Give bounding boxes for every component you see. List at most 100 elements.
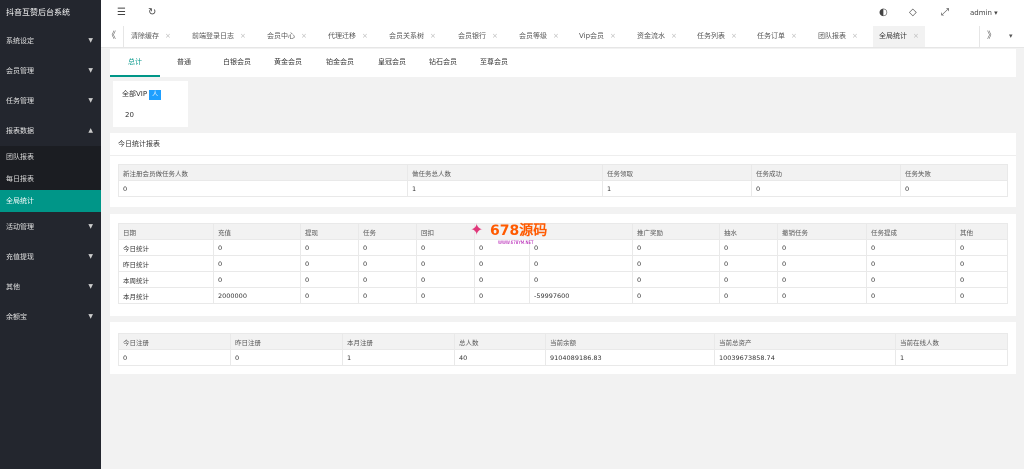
tab-member-center[interactable]: 会员中心 × bbox=[267, 26, 307, 47]
tab-vip-member[interactable]: Vip会员 × bbox=[579, 26, 616, 47]
tab-label: 清除缓存 bbox=[131, 32, 159, 40]
tab-member-bank[interactable]: 会员银行 × bbox=[458, 26, 498, 47]
close-icon[interactable]: × bbox=[301, 32, 307, 40]
nav-label: 报表数据 bbox=[6, 127, 34, 135]
table-cell: 0 bbox=[777, 239, 867, 256]
tab-member-tree[interactable]: 会员关系树 × bbox=[389, 26, 436, 47]
table-cell: 0 bbox=[955, 239, 1008, 256]
tab-clear-cache[interactable]: 清除缓存 × bbox=[131, 26, 171, 47]
close-icon[interactable]: × bbox=[731, 32, 737, 40]
sidebar: 抖音互赞后台系统 系统设定 ▼ 会员管理 ▼ 任务管理 ▼ 报表数据 ▲ 团队报表 每日… bbox=[0, 0, 101, 469]
nav-item-system[interactable]: 系统设定 ▼ bbox=[0, 26, 101, 56]
tab-member-level[interactable]: 会员等级 × bbox=[519, 26, 559, 47]
tab-task-orders[interactable]: 任务订单 × bbox=[757, 26, 797, 47]
tabs-scroll-right-icon[interactable]: 》 bbox=[987, 26, 996, 47]
nav-item-activities[interactable]: 活动管理 ▼ bbox=[0, 212, 101, 242]
user-menu[interactable]: admin ▾ bbox=[970, 9, 998, 17]
nav-label: 活动管理 bbox=[6, 223, 34, 231]
close-icon[interactable]: × bbox=[610, 32, 616, 40]
table-cell: 0 bbox=[632, 239, 720, 256]
close-icon[interactable]: × bbox=[671, 32, 677, 40]
close-icon[interactable]: × bbox=[553, 32, 559, 40]
menu-toggle-icon[interactable]: ☰ bbox=[117, 7, 126, 18]
nav-item-balance[interactable]: 余额宝 ▼ bbox=[0, 302, 101, 332]
table-cell: 0 bbox=[358, 271, 417, 288]
summary-table-wrap: 今日注册 昨日注册 本月注册 总人数 当前余额 当前总资产 当前在线人数 0 0… bbox=[118, 333, 1008, 366]
close-icon[interactable]: × bbox=[913, 32, 919, 40]
watermark-icon: ✦ bbox=[470, 220, 484, 239]
table-cell: 0 bbox=[416, 287, 475, 304]
nav-item-reports[interactable]: 报表数据 ▲ bbox=[0, 116, 101, 146]
table-cell: 0 bbox=[866, 287, 956, 304]
table-header: 总人数 bbox=[454, 333, 546, 350]
table-header: 回扣 bbox=[416, 223, 475, 240]
sidebar-item-team-report[interactable]: 团队报表 bbox=[0, 146, 101, 168]
table-cell: 0 bbox=[719, 271, 778, 288]
top-header: ☰ ↻ ◐ ◇ ⤢ admin ▾ bbox=[101, 0, 1024, 27]
tab-login-log[interactable]: 前端登录日志 × bbox=[192, 26, 246, 47]
subtab-platinum[interactable]: 铂金会员 bbox=[326, 49, 354, 75]
tab-label: 会员中心 bbox=[267, 32, 295, 40]
chevron-down-icon: ▼ bbox=[88, 97, 93, 104]
table-header: 任务 bbox=[358, 223, 417, 240]
subtab-supreme[interactable]: 至尊会员 bbox=[480, 49, 508, 75]
table-header: 今日注册 bbox=[118, 333, 231, 350]
close-icon[interactable]: × bbox=[430, 32, 436, 40]
tab-funds-flow[interactable]: 资金流水 × bbox=[637, 26, 677, 47]
table-cell: 0 bbox=[474, 271, 530, 288]
vip-card-label: 全部VIP bbox=[122, 90, 148, 98]
subtab-gold[interactable]: 黄金会员 bbox=[274, 49, 302, 75]
subtab-silver[interactable]: 白银会员 bbox=[223, 49, 251, 75]
table-cell: 0 bbox=[866, 255, 956, 272]
tab-team-report[interactable]: 团队报表 × bbox=[818, 26, 858, 47]
table-cell: 0 bbox=[719, 255, 778, 272]
theme-icon[interactable]: ◐ bbox=[879, 7, 888, 18]
refresh-icon[interactable]: ↻ bbox=[148, 7, 156, 18]
table-header: 本月注册 bbox=[342, 333, 455, 350]
table-row: 本周统计 0 0 0 0 0 0 0 0 0 0 0 bbox=[118, 271, 1008, 288]
chevron-down-icon[interactable]: ▾ bbox=[1009, 26, 1013, 47]
close-icon[interactable]: × bbox=[240, 32, 246, 40]
subtab-diamond[interactable]: 钻石会员 bbox=[429, 49, 457, 75]
nav-item-recharge[interactable]: 充值提现 ▼ bbox=[0, 242, 101, 272]
table-cell: 0 bbox=[213, 239, 301, 256]
sidebar-item-daily-report[interactable]: 每日报表 bbox=[0, 168, 101, 190]
tab-label: 代理迁移 bbox=[328, 32, 356, 40]
tab-label: 资金流水 bbox=[637, 32, 665, 40]
close-icon[interactable]: × bbox=[852, 32, 858, 40]
sidebar-item-global-stats[interactable]: 全局统计 bbox=[0, 190, 101, 212]
table-cell: 10039673858.74 bbox=[714, 349, 896, 366]
nav-label: 会员管理 bbox=[6, 67, 34, 75]
table-cell: 0 bbox=[300, 255, 359, 272]
vip-count-card: 全部VIP 人 20 bbox=[113, 81, 188, 127]
table-cell: -59997600 bbox=[529, 287, 633, 304]
close-icon[interactable]: × bbox=[362, 32, 368, 40]
tag-icon[interactable]: ◇ bbox=[909, 7, 917, 18]
table-cell: 0 bbox=[474, 287, 530, 304]
subtab-crown[interactable]: 皇冠会员 bbox=[378, 49, 406, 75]
table-cell: 0 bbox=[900, 180, 1008, 197]
tab-task-list[interactable]: 任务列表 × bbox=[697, 26, 737, 47]
subtab-total[interactable]: 总计 bbox=[110, 49, 160, 77]
table-cell: 1 bbox=[342, 349, 455, 366]
tab-global-stats[interactable]: 全局统计 × bbox=[873, 26, 925, 47]
subtab-normal[interactable]: 普通 bbox=[177, 49, 191, 75]
nav-item-other[interactable]: 其他 ▼ bbox=[0, 272, 101, 302]
stats-table: 日期 充值 提现 任务 回扣 推广奖励 抽水 撤销任务 任务提成 其他 今日统计… bbox=[118, 223, 1008, 304]
tab-label: 会员等级 bbox=[519, 32, 547, 40]
close-icon[interactable]: × bbox=[791, 32, 797, 40]
tab-agent-migrate[interactable]: 代理迁移 × bbox=[328, 26, 368, 47]
table-cell: 0 bbox=[719, 287, 778, 304]
fullscreen-icon[interactable]: ⤢ bbox=[941, 7, 949, 18]
nav-item-tasks[interactable]: 任务管理 ▼ bbox=[0, 86, 101, 116]
tabs-scroll-left-icon[interactable]: 《 bbox=[107, 26, 116, 47]
nav-item-members[interactable]: 会员管理 ▼ bbox=[0, 56, 101, 86]
today-report-title: 今日统计报表 bbox=[118, 140, 160, 148]
tab-label: Vip会员 bbox=[579, 32, 605, 40]
table-cell: 1 bbox=[407, 180, 603, 197]
table-cell: 0 bbox=[632, 255, 720, 272]
table-cell: 0 bbox=[866, 271, 956, 288]
close-icon[interactable]: × bbox=[492, 32, 498, 40]
close-icon[interactable]: × bbox=[165, 32, 171, 40]
table-header: 昨日注册 bbox=[230, 333, 343, 350]
